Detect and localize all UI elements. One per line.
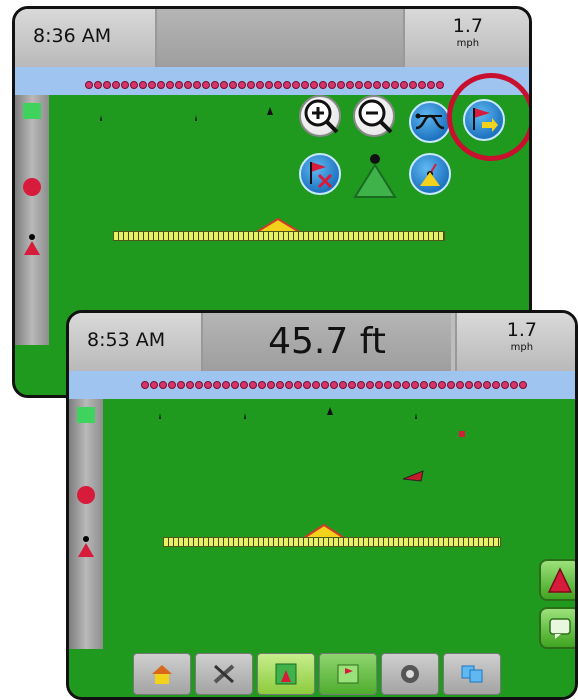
settings-button[interactable] xyxy=(381,653,439,695)
vehicle-view-icon xyxy=(353,154,397,198)
guidance-icon xyxy=(275,663,297,685)
tools-icon xyxy=(213,664,235,684)
vehicle-view-button[interactable] xyxy=(353,153,397,199)
top-status-bar: 8:53 AM 45.7 ft 1.7 mph xyxy=(69,313,575,371)
field-canvas xyxy=(159,407,465,546)
data-transfer-icon xyxy=(461,665,483,683)
boom-bar xyxy=(163,537,501,547)
guidance-mode-button[interactable] xyxy=(409,101,451,143)
boundary-markers xyxy=(141,381,527,389)
message-icon xyxy=(549,618,571,639)
map-icon xyxy=(337,664,359,684)
marked-point-icon xyxy=(459,431,465,437)
bottom-nav-bar xyxy=(133,653,501,695)
perspective-view-button[interactable] xyxy=(409,153,451,195)
clock-time: 8:53 AM xyxy=(87,329,166,351)
navigate-icon xyxy=(547,567,573,593)
perspective-view-icon xyxy=(420,163,440,186)
mapping-button[interactable] xyxy=(319,653,377,695)
guidance-screen-2: 8:53 AM 45.7 ft 1.7 mph xyxy=(66,310,578,700)
distance-readout: 45.7 ft xyxy=(268,321,386,362)
distance-panel xyxy=(157,9,403,67)
zoom-out-icon xyxy=(358,99,393,134)
top-status-bar: 8:36 AM 1.7 mph xyxy=(15,9,529,67)
zoom-in-button[interactable] xyxy=(299,95,341,137)
data-button[interactable] xyxy=(443,653,501,695)
vehicle-marker-icon xyxy=(402,470,424,482)
delete-point-icon xyxy=(310,162,333,189)
vehicle-view-side-button[interactable] xyxy=(539,559,575,601)
speed-readout: 1.7 mph xyxy=(452,15,483,50)
gauge-icon xyxy=(401,665,419,683)
curve-guidance-icon xyxy=(415,113,445,130)
boom-bar xyxy=(113,231,445,241)
zoom-in-icon xyxy=(304,99,339,134)
guidance-button[interactable] xyxy=(257,653,315,695)
message-side-button[interactable] xyxy=(539,607,575,649)
boundary-markers xyxy=(85,81,444,89)
distance-panel: 45.7 ft xyxy=(203,313,451,371)
clock-panel: 8:36 AM xyxy=(15,9,157,67)
setup-button[interactable] xyxy=(195,653,253,695)
speed-readout: 1.7 mph xyxy=(506,319,537,354)
clock-time: 8:36 AM xyxy=(33,25,112,47)
delete-point-button[interactable] xyxy=(299,153,341,195)
zoom-out-button[interactable] xyxy=(353,95,395,137)
speed-panel: 1.7 mph xyxy=(403,9,529,67)
home-button[interactable] xyxy=(133,653,191,695)
home-icon xyxy=(152,665,172,684)
speed-panel: 1.7 mph xyxy=(455,313,575,371)
clock-panel: 8:53 AM xyxy=(69,313,203,371)
